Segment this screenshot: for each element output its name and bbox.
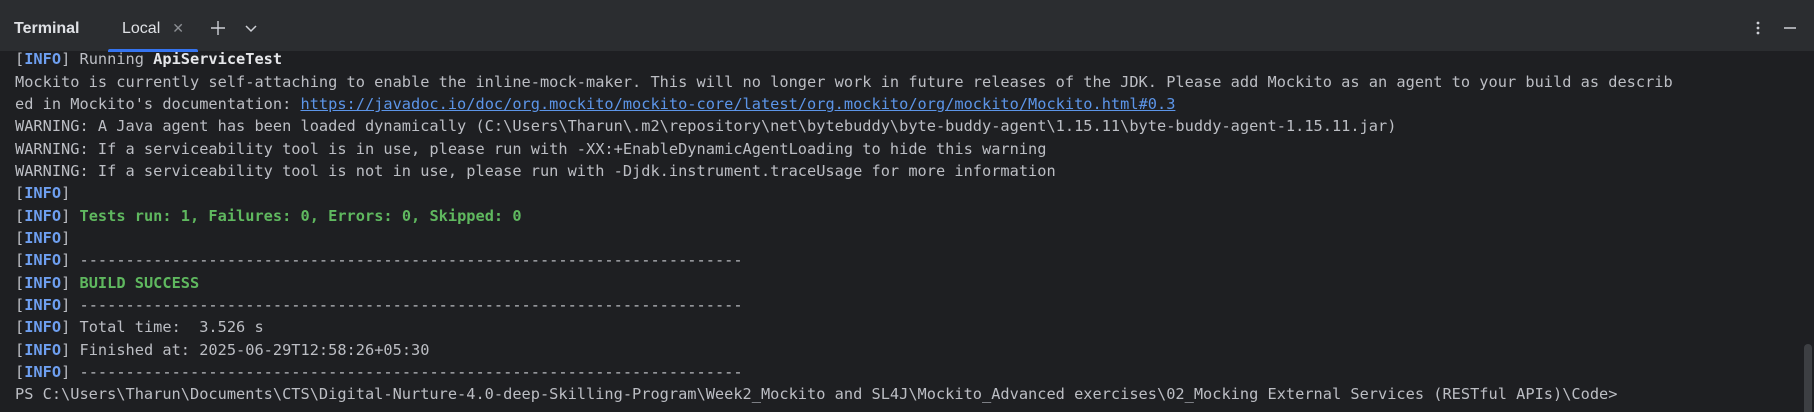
chevron-down-icon[interactable] bbox=[239, 16, 263, 40]
terminal-line: ed in Mockito's documentation: https://j… bbox=[15, 95, 1176, 113]
minimize-icon[interactable] bbox=[1778, 16, 1802, 40]
terminal-line: [INFO] ---------------------------------… bbox=[15, 363, 743, 381]
more-vertical-icon[interactable] bbox=[1746, 16, 1770, 40]
terminal-line: [INFO] Tests run: 1, Failures: 0, Errors… bbox=[15, 207, 522, 225]
terminal-line: WARNING: A Java agent has been loaded dy… bbox=[15, 117, 1397, 135]
tab-local[interactable]: Local ✕ bbox=[108, 5, 198, 52]
terminal-tab-bar: Terminal Local ✕ bbox=[0, 5, 1814, 52]
terminal-line: [INFO] ---------------------------------… bbox=[15, 251, 743, 269]
terminal-line: Mockito is currently self-attaching to e… bbox=[15, 73, 1673, 91]
terminal-line: [INFO] bbox=[15, 184, 71, 202]
terminal-line: [INFO] BUILD SUCCESS bbox=[15, 274, 200, 292]
terminal-line: [INFO] Total time: 3.526 s bbox=[15, 318, 264, 336]
documentation-link[interactable]: https://javadoc.io/doc/org.mockito/mocki… bbox=[301, 95, 1176, 113]
terminal-line: [INFO] Finished at: 2025-06-29T12:58:26+… bbox=[15, 341, 430, 359]
close-icon[interactable]: ✕ bbox=[172, 22, 184, 36]
plus-icon[interactable] bbox=[206, 16, 230, 40]
terminal-line: [INFO] Running ApiServiceTest bbox=[15, 52, 283, 68]
scrollbar-thumb[interactable] bbox=[1804, 344, 1812, 412]
tab-label: Local bbox=[122, 19, 161, 37]
terminal-line: [INFO] ---------------------------------… bbox=[15, 296, 743, 314]
terminal-line: WARNING: If a serviceability tool is in … bbox=[15, 140, 1047, 158]
panel-title: Terminal bbox=[14, 20, 80, 37]
terminal-line: WARNING: If a serviceability tool is not… bbox=[15, 162, 1056, 180]
terminal-prompt[interactable]: PS C:\Users\Tharun\Documents\CTS\Digital… bbox=[15, 384, 1617, 404]
terminal-output[interactable]: [INFO] Running ApiServiceTest Mockito is… bbox=[0, 52, 1814, 412]
terminal-line: [INFO] bbox=[15, 229, 71, 247]
